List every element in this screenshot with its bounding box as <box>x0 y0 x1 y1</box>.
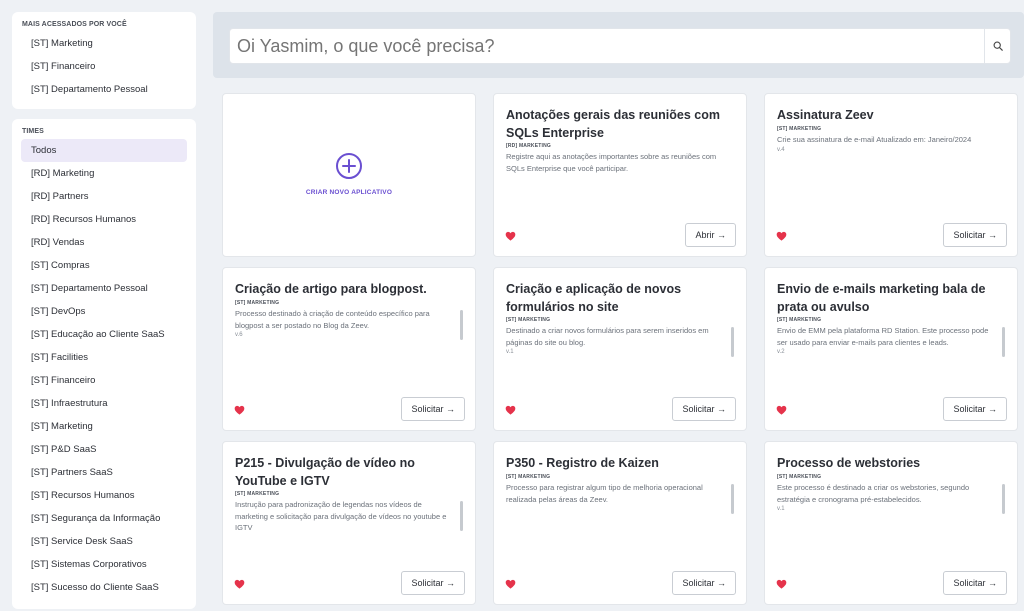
card-title: Criação e aplicação de novos formulários… <box>506 282 682 314</box>
team-item[interactable]: [ST] Marketing <box>21 415 187 438</box>
card-title: Criação de artigo para blogpost. <box>235 282 427 296</box>
card-title: Assinatura Zeev <box>777 108 874 122</box>
create-app-card[interactable]: CRIAR NOVO APLICATIVO <box>222 93 476 257</box>
request-button[interactable]: Solicitar → <box>672 571 736 595</box>
card-team: [ST] MARKETING <box>777 317 822 323</box>
search-input[interactable] <box>229 28 985 64</box>
description-scrollbar[interactable] <box>1002 484 1005 514</box>
card-description: Registre aqui as anotações importantes s… <box>506 152 717 173</box>
card-version: v.2 <box>777 349 785 355</box>
app-card[interactable]: Anotações gerais das reuniões com SQLs E… <box>493 93 747 257</box>
card-title: Anotações gerais das reuniões com SQLs E… <box>506 108 720 140</box>
app-card[interactable]: P350 - Registro de Kaizen [ST] MARKETING P… <box>493 441 747 605</box>
request-button[interactable]: Solicitar → <box>401 397 465 421</box>
most-accessed-item[interactable]: [ST] Financeiro <box>21 55 187 78</box>
sidebar: MAIS ACESSADOS POR VOCÊ [ST] Marketing [… <box>12 12 196 611</box>
request-button[interactable]: Solicitar → <box>943 571 1007 595</box>
favorite-heart-icon[interactable] <box>776 231 787 242</box>
card-team: [ST] MARKETING <box>235 300 280 306</box>
main-content: CRIAR NOVO APLICATIVO Anotações gerais d… <box>213 12 1024 611</box>
team-item[interactable]: [ST] Partners SaaS <box>21 461 187 484</box>
request-button[interactable]: Solicitar → <box>943 397 1007 421</box>
most-accessed-panel: MAIS ACESSADOS POR VOCÊ [ST] Marketing [… <box>12 12 196 109</box>
app-card[interactable]: Criação de artigo para blogpost. [ST] MAR… <box>222 267 476 431</box>
most-accessed-title: MAIS ACESSADOS POR VOCÊ <box>22 21 127 28</box>
favorite-heart-icon[interactable] <box>505 231 516 242</box>
card-team: [ST] MARKETING <box>506 317 551 323</box>
team-item[interactable]: [ST] Segurança da Informação <box>21 507 187 530</box>
teams-title: TIMES <box>22 128 44 135</box>
favorite-heart-icon[interactable] <box>776 405 787 416</box>
favorite-heart-icon[interactable] <box>505 405 516 416</box>
team-item[interactable]: [ST] Facilities <box>21 346 187 369</box>
card-description: Este processo é destinado a criar os web… <box>777 483 970 504</box>
description-scrollbar[interactable] <box>731 484 734 514</box>
description-scrollbar[interactable] <box>731 327 734 357</box>
team-item[interactable]: [ST] Infraestrutura <box>21 392 187 415</box>
team-item[interactable]: [ST] Financeiro <box>21 369 187 392</box>
favorite-heart-icon[interactable] <box>776 579 787 590</box>
description-scrollbar[interactable] <box>460 310 463 340</box>
card-team: [ST] MARKETING <box>777 474 822 480</box>
favorite-heart-icon[interactable] <box>505 579 516 590</box>
team-item[interactable]: [ST] Educação ao Cliente SaaS <box>21 323 187 346</box>
teams-list: Todos [RD] Marketing [RD] Partners [RD] Rec… <box>21 139 187 599</box>
card-team: [ST] MARKETING <box>777 126 822 132</box>
request-button[interactable]: Solicitar → <box>672 397 736 421</box>
team-item[interactable]: Todos <box>21 139 187 162</box>
team-item[interactable]: [ST] P&D SaaS <box>21 438 187 461</box>
most-accessed-item[interactable]: [ST] Departamento Pessoal <box>21 78 187 101</box>
team-item[interactable]: [ST] Recursos Humanos <box>21 484 187 507</box>
team-item[interactable]: [ST] Sucesso do Cliente SaaS <box>21 576 187 599</box>
team-item[interactable]: [RD] Recursos Humanos <box>21 208 187 231</box>
favorite-heart-icon[interactable] <box>234 579 245 590</box>
app-card[interactable]: Assinatura Zeev [ST] MARKETING Crie sua as… <box>764 93 1018 257</box>
card-description: Envio de EMM pela plataforma RD Station.… <box>777 326 989 347</box>
card-description: Processo destinado à criação de conteúdo… <box>235 309 430 330</box>
create-app-label: CRIAR NOVO APLICATIVO <box>305 189 393 196</box>
most-accessed-item[interactable]: [ST] Marketing <box>21 32 187 55</box>
team-item[interactable]: [ST] Departamento Pessoal <box>21 277 187 300</box>
search-button[interactable] <box>984 28 1011 64</box>
description-scrollbar[interactable] <box>460 501 463 531</box>
card-title: P215 - Divulgação de vídeo no YouTube e … <box>235 456 415 488</box>
card-version: v.4 <box>777 146 785 153</box>
team-item[interactable]: [RD] Marketing <box>21 162 187 185</box>
card-description: Crie sua assinatura de e-mail Atualizado… <box>777 135 972 144</box>
card-team: [ST] MARKETING <box>506 474 551 480</box>
search-icon <box>993 41 1003 51</box>
card-team: [RD] MARKETING <box>506 143 552 149</box>
card-title: P350 - Registro de Kaizen <box>506 456 659 470</box>
card-description: Instrução para padronização de legendas … <box>235 500 447 532</box>
card-title: Envio de e-mails marketing bala de prata… <box>777 282 986 314</box>
team-item[interactable]: [ST] Sistemas Corporativos <box>21 553 187 576</box>
app-card[interactable]: P215 - Divulgação de vídeo no YouTube e … <box>222 441 476 605</box>
favorite-heart-icon[interactable] <box>234 405 245 416</box>
card-version: v.6 <box>235 332 243 338</box>
app-card[interactable]: Criação e aplicação de novos formulários… <box>493 267 747 431</box>
app-card[interactable]: Processo de webstories [ST] MARKETING Este… <box>764 441 1018 605</box>
search-bar <box>213 12 1024 78</box>
team-item[interactable]: [RD] Partners <box>21 185 187 208</box>
teams-panel: TIMES Todos [RD] Marketing [RD] Partners [R… <box>12 119 196 609</box>
team-item[interactable]: [ST] DevOps <box>21 300 187 323</box>
team-item[interactable]: [ST] Compras <box>21 254 187 277</box>
card-version: v.1 <box>777 506 785 512</box>
card-version: v.1 <box>506 349 514 355</box>
team-item[interactable]: [RD] Vendas <box>21 231 187 254</box>
request-button[interactable]: Solicitar → <box>401 571 465 595</box>
request-button[interactable]: Solicitar → <box>943 223 1007 247</box>
description-scrollbar[interactable] <box>1002 327 1005 357</box>
app-card[interactable]: Envio de e-mails marketing bala de prata… <box>764 267 1018 431</box>
card-description: Processo para registrar algum tipo de me… <box>506 483 703 504</box>
card-team: [ST] MARKETING <box>235 491 280 497</box>
card-title: Processo de webstories <box>777 456 921 470</box>
plus-circle-icon <box>336 153 362 179</box>
card-description: Destinado a criar novos formulários para… <box>506 326 709 347</box>
team-item[interactable]: [ST] Service Desk SaaS <box>21 530 187 553</box>
apps-grid: CRIAR NOVO APLICATIVO Anotações gerais d… <box>222 93 1018 605</box>
open-button[interactable]: Abrir → <box>685 223 736 247</box>
